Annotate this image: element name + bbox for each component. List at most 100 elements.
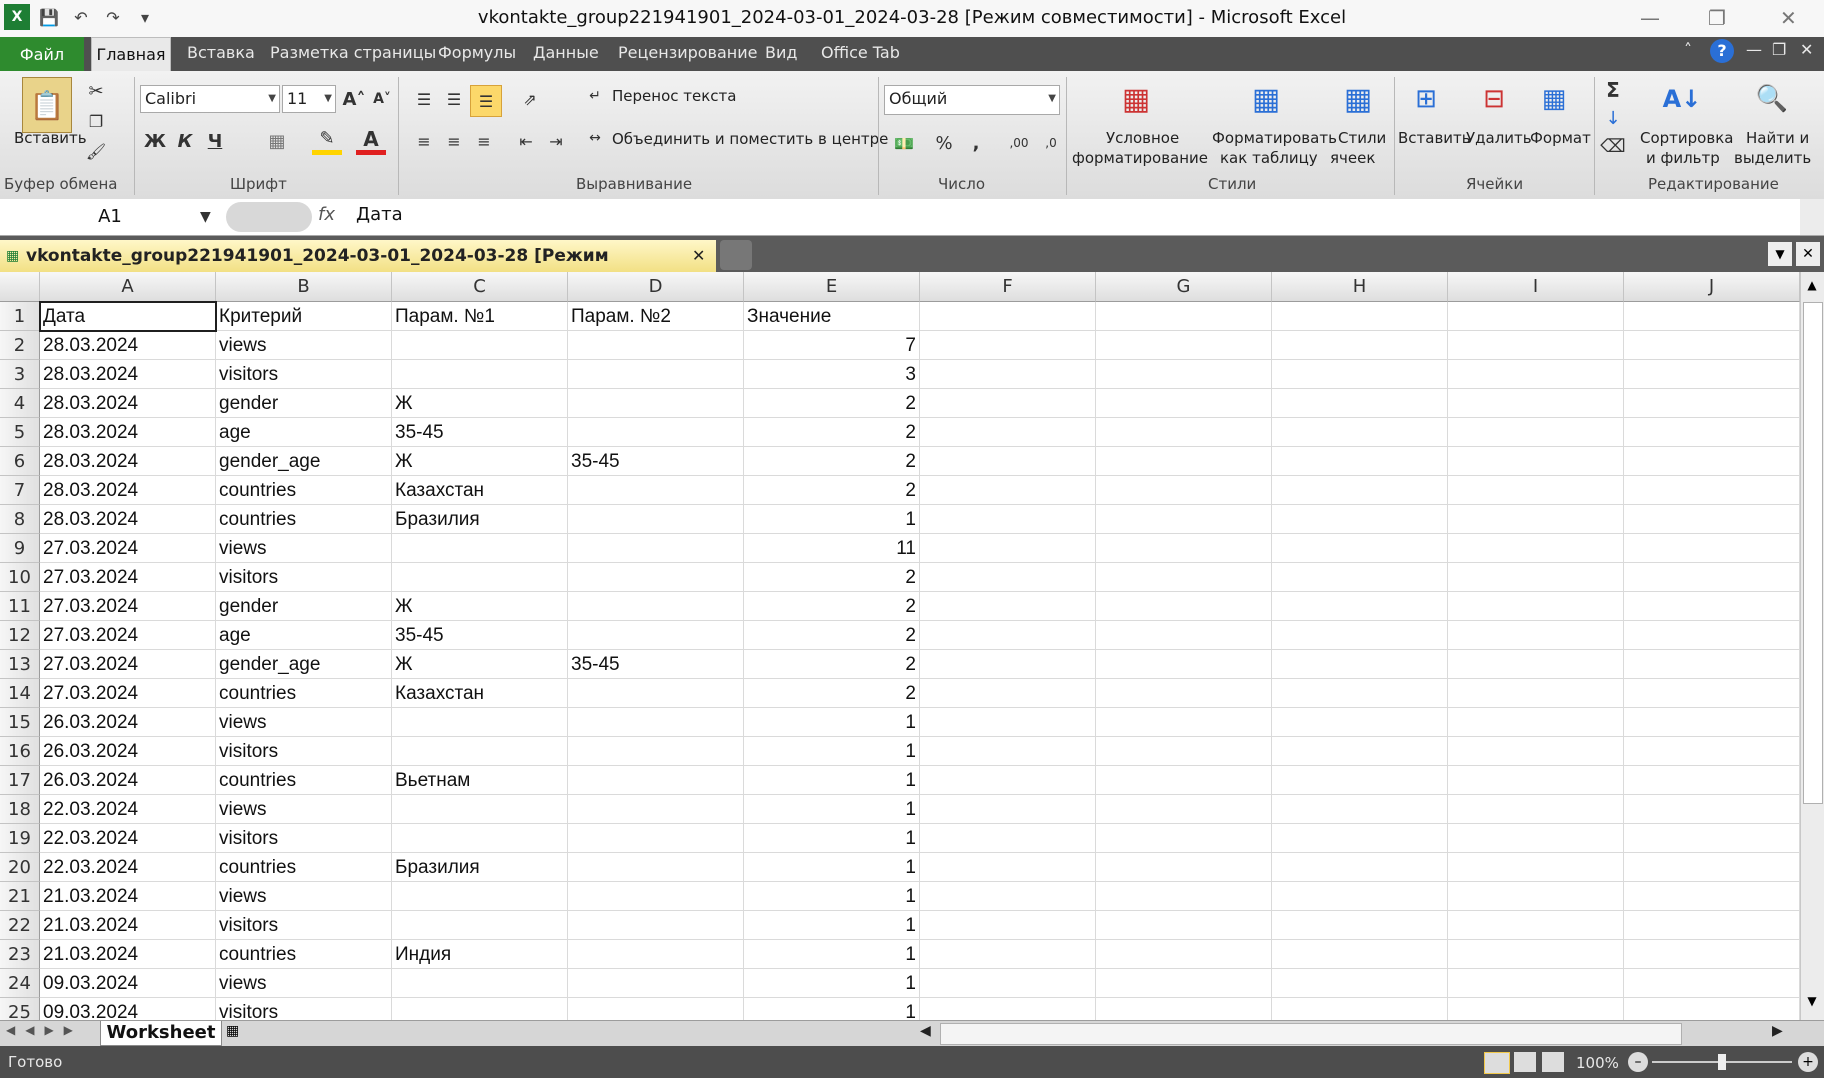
cell[interactable] <box>920 882 1096 911</box>
cell[interactable] <box>568 998 744 1020</box>
sort-filter-icon[interactable]: A↓ <box>1660 77 1704 121</box>
insert-cells-icon[interactable]: ⊞ <box>1404 77 1448 121</box>
paste-label[interactable]: Вставить <box>14 129 87 147</box>
cell[interactable] <box>1096 447 1272 476</box>
find-select-icon[interactable]: 🔍 <box>1750 77 1794 121</box>
column-header[interactable]: C <box>392 272 568 302</box>
percent-style-icon[interactable]: % <box>930 129 958 157</box>
cell[interactable]: visitors <box>216 998 392 1020</box>
cell[interactable] <box>1624 476 1800 505</box>
format-cells-icon[interactable]: ▦ <box>1532 77 1576 121</box>
increase-decimal-icon[interactable]: ,00 <box>1004 129 1034 157</box>
cell[interactable] <box>920 621 1096 650</box>
cell[interactable] <box>1096 331 1272 360</box>
cell[interactable] <box>920 476 1096 505</box>
horizontal-scroll-thumb[interactable] <box>940 1023 1682 1045</box>
cell[interactable]: 27.03.2024 <box>40 679 216 708</box>
tab-insert[interactable]: Вставка <box>187 43 255 62</box>
cell[interactable] <box>392 331 568 360</box>
cell[interactable]: Критерий <box>216 302 392 331</box>
cell[interactable]: Ж <box>392 592 568 621</box>
cell[interactable]: views <box>216 882 392 911</box>
cell[interactable] <box>920 853 1096 882</box>
cell[interactable]: 22.03.2024 <box>40 824 216 853</box>
cell[interactable]: 27.03.2024 <box>40 534 216 563</box>
cell[interactable] <box>920 505 1096 534</box>
cell[interactable]: 7 <box>744 331 920 360</box>
cell[interactable] <box>1096 360 1272 389</box>
row-header[interactable]: 17 <box>0 766 40 795</box>
cell[interactable] <box>1448 331 1624 360</box>
cell[interactable]: 27.03.2024 <box>40 563 216 592</box>
workbook-restore-icon[interactable]: ❐ <box>1772 40 1786 59</box>
fill-icon[interactable]: ↓ <box>1600 105 1626 131</box>
cell[interactable]: countries <box>216 505 392 534</box>
cell[interactable]: 1 <box>744 824 920 853</box>
tab-formulas[interactable]: Формулы <box>438 43 516 62</box>
cell[interactable] <box>1096 592 1272 621</box>
cell[interactable]: 28.03.2024 <box>40 476 216 505</box>
cell[interactable] <box>1272 476 1448 505</box>
cell[interactable] <box>1272 563 1448 592</box>
cell[interactable] <box>1624 708 1800 737</box>
scroll-left-icon[interactable]: ◀ <box>920 1023 931 1039</box>
cell[interactable] <box>568 621 744 650</box>
cell[interactable] <box>1448 766 1624 795</box>
cell[interactable]: views <box>216 795 392 824</box>
cell[interactable] <box>920 592 1096 621</box>
cell[interactable] <box>920 447 1096 476</box>
cell[interactable] <box>568 853 744 882</box>
cell[interactable] <box>1624 418 1800 447</box>
cell[interactable]: views <box>216 969 392 998</box>
align-center-icon[interactable]: ≡ <box>440 127 468 155</box>
paste-icon[interactable]: 📋 <box>22 77 72 133</box>
cell[interactable]: 2 <box>744 679 920 708</box>
cell[interactable] <box>920 737 1096 766</box>
cell[interactable] <box>920 911 1096 940</box>
orientation-icon[interactable]: ⇗ <box>512 85 548 113</box>
cell[interactable]: 1 <box>744 940 920 969</box>
cell[interactable]: visitors <box>216 737 392 766</box>
cell[interactable]: visitors <box>216 824 392 853</box>
align-middle-icon[interactable]: ☰ <box>440 85 468 113</box>
cell[interactable]: 28.03.2024 <box>40 360 216 389</box>
cell[interactable] <box>1096 679 1272 708</box>
copy-icon[interactable]: ❐ <box>84 109 108 133</box>
page-break-view-icon[interactable] <box>1542 1052 1564 1072</box>
cell[interactable] <box>1448 534 1624 563</box>
cell[interactable]: Значение <box>744 302 920 331</box>
select-all-corner[interactable] <box>0 272 40 302</box>
tab-office-tab[interactable]: Office Tab <box>821 43 900 62</box>
cell[interactable]: views <box>216 331 392 360</box>
number-format-select[interactable]: Общий ▼ <box>884 85 1060 115</box>
row-header[interactable]: 13 <box>0 650 40 679</box>
cell[interactable]: gender_age <box>216 447 392 476</box>
tab-data[interactable]: Данные <box>533 43 599 62</box>
fill-color-icon[interactable]: ✎ <box>312 127 342 155</box>
font-name-select[interactable]: Calibri ▼ <box>140 85 280 113</box>
cell[interactable] <box>1448 911 1624 940</box>
cell[interactable] <box>1448 389 1624 418</box>
wrap-text-icon[interactable]: ↵ <box>584 85 606 107</box>
cell[interactable] <box>1096 998 1272 1020</box>
row-header[interactable]: 14 <box>0 679 40 708</box>
cell[interactable] <box>920 418 1096 447</box>
cell[interactable] <box>920 824 1096 853</box>
cell[interactable]: 1 <box>744 708 920 737</box>
cell[interactable]: 28.03.2024 <box>40 505 216 534</box>
sort-filter-label-1[interactable]: Сортировка <box>1640 129 1733 147</box>
find-select-label-1[interactable]: Найти и <box>1746 129 1809 147</box>
cell[interactable]: 1 <box>744 737 920 766</box>
borders-icon[interactable]: ▦ <box>262 127 292 155</box>
underline-button[interactable]: Ч <box>202 127 228 155</box>
cell[interactable] <box>1096 969 1272 998</box>
column-header[interactable]: G <box>1096 272 1272 302</box>
cell[interactable] <box>1624 563 1800 592</box>
cell[interactable]: 22.03.2024 <box>40 795 216 824</box>
cell[interactable] <box>1448 824 1624 853</box>
cell[interactable] <box>920 389 1096 418</box>
column-header[interactable]: A <box>40 272 216 302</box>
cell[interactable]: 28.03.2024 <box>40 331 216 360</box>
cell[interactable] <box>1096 853 1272 882</box>
cell[interactable] <box>1272 795 1448 824</box>
